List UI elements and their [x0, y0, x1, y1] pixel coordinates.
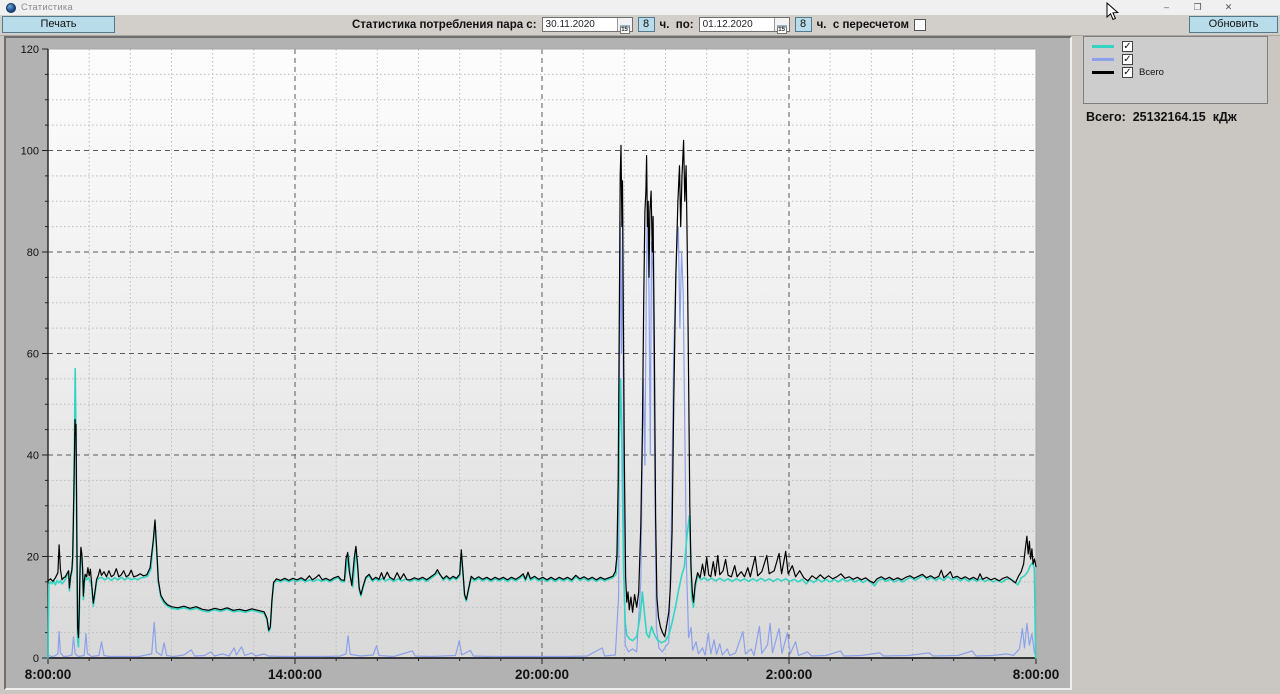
line1-visibility-checkbox[interactable]: ✓ [1122, 41, 1133, 52]
line2-visibility-checkbox[interactable]: ✓ [1122, 54, 1133, 65]
total-color-swatch [1092, 71, 1114, 74]
svg-text:0: 0 [33, 653, 39, 665]
date-from-input[interactable] [543, 19, 616, 31]
window-title: Статистика [21, 2, 73, 13]
date-from-field[interactable]: 15 [542, 17, 633, 32]
svg-text:40: 40 [27, 450, 39, 462]
date-to-field[interactable]: 15 [699, 17, 790, 32]
maximize-button[interactable]: ❐ [1182, 0, 1213, 15]
svg-text:80: 80 [27, 247, 39, 259]
line1-color-swatch [1092, 45, 1114, 48]
calendar-icon: 15 [777, 25, 787, 34]
calendar-icon: 15 [620, 25, 630, 34]
legend-panel: ✓ ✓ ✓ Всего [1083, 36, 1268, 104]
recalc-label: ч. с пересчетом [817, 19, 909, 31]
hour-from-field[interactable]: 8 [638, 17, 655, 32]
total-value: 25132164.15 [1133, 110, 1206, 124]
close-button[interactable]: ✕ [1213, 0, 1244, 15]
svg-text:100: 100 [21, 146, 39, 158]
chart-panel: 0 20 40 60 80 100 120 8:00:00 14:00:00 20:00:00 2:… [4, 36, 1072, 690]
total-caption: Всего: [1086, 110, 1126, 124]
date-to-calendar-button[interactable]: 15 [774, 18, 789, 31]
total-visibility-checkbox[interactable]: ✓ [1122, 67, 1133, 78]
toolbar-filter-group: Статистика потребления пара с: 15 8 ч. п… [352, 16, 926, 33]
svg-text:60: 60 [27, 349, 39, 361]
window-controls: – ❐ ✕ [1151, 0, 1244, 15]
total-value-line: Всего: 25132164.15 кДж [1086, 110, 1237, 124]
statistics-title-label: Статистика потребления пара с: [352, 19, 537, 31]
hours-to-label: ч. по: [660, 19, 694, 31]
recalc-checkbox[interactable] [914, 19, 926, 31]
svg-text:8:00:00: 8:00:00 [25, 667, 72, 682]
date-to-input[interactable] [700, 19, 773, 31]
toolbar: Печать Статистика потребления пара с: 15… [0, 15, 1280, 36]
svg-text:20: 20 [27, 552, 39, 564]
svg-text:8:00:00: 8:00:00 [1013, 667, 1060, 682]
total-unit: кДж [1213, 110, 1237, 124]
app-icon [6, 3, 16, 13]
svg-text:120: 120 [21, 44, 39, 56]
total-label: Всего [1139, 67, 1164, 78]
minimize-button[interactable]: – [1151, 0, 1182, 15]
steam-consumption-chart: 0 20 40 60 80 100 120 8:00:00 14:00:00 20:00:00 2:… [6, 38, 1070, 688]
legend-item-line1: ✓ [1092, 40, 1267, 52]
title-bar: Статистика – ❐ ✕ [0, 0, 1280, 15]
refresh-button[interactable]: Обновить [1189, 16, 1278, 33]
svg-text:14:00:00: 14:00:00 [268, 667, 322, 682]
hour-to-field[interactable]: 8 [795, 17, 812, 32]
date-from-calendar-button[interactable]: 15 [617, 18, 632, 31]
print-button[interactable]: Печать [2, 16, 115, 33]
legend-item-line2: ✓ [1092, 53, 1267, 65]
line2-color-swatch [1092, 58, 1114, 61]
legend-item-total: ✓ Всего [1092, 66, 1267, 78]
svg-text:20:00:00: 20:00:00 [515, 667, 569, 682]
svg-text:2:00:00: 2:00:00 [766, 667, 813, 682]
mouse-cursor [1106, 2, 1120, 22]
